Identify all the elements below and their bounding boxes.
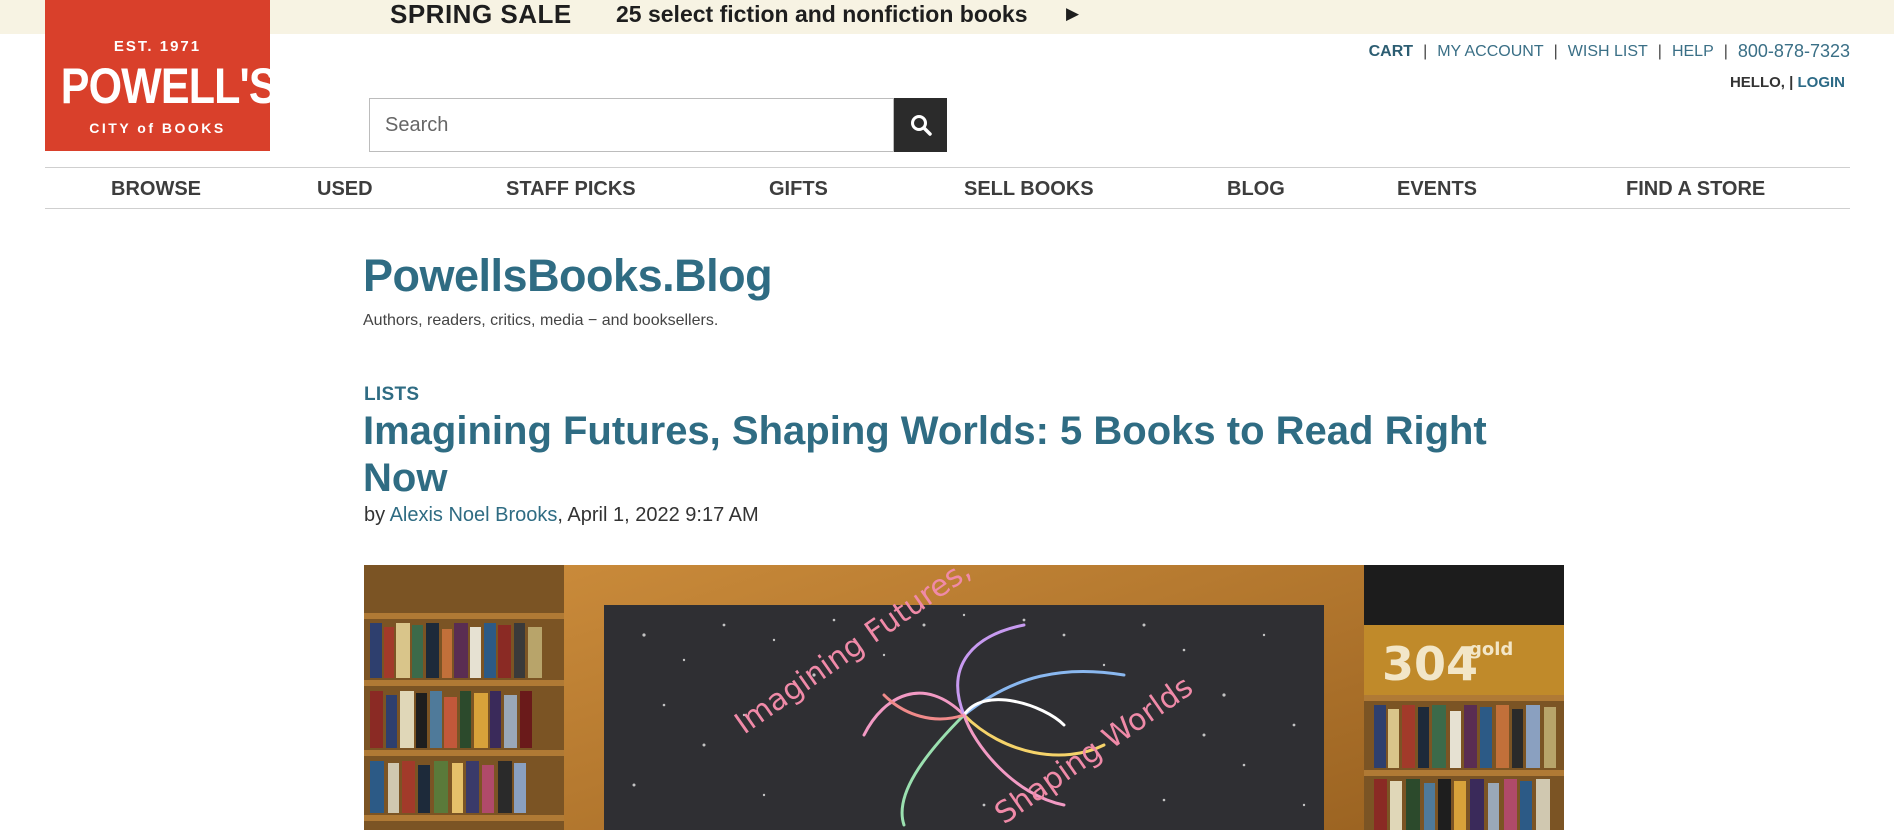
greeting: HELLO, | LOGIN bbox=[1730, 74, 1845, 91]
nav-sell-books[interactable]: SELL BOOKS bbox=[964, 168, 1094, 210]
author-link[interactable]: Alexis Noel Brooks bbox=[390, 504, 558, 526]
logo-est: EST. 1971 bbox=[113, 38, 202, 55]
my-account-link[interactable]: MY ACCOUNT bbox=[1437, 43, 1543, 61]
play-arrow-icon[interactable]: ▶ bbox=[1066, 0, 1079, 28]
post-title: Imagining Futures, Shaping Worlds: 5 Boo… bbox=[363, 409, 1487, 500]
blog-title[interactable]: PowellsBooks.Blog bbox=[363, 250, 773, 302]
help-link[interactable]: HELP bbox=[1672, 43, 1714, 61]
phone-link[interactable]: 800-878-7323 bbox=[1738, 41, 1850, 62]
separator: | bbox=[1723, 42, 1728, 60]
login-link[interactable]: LOGIN bbox=[1798, 74, 1846, 91]
wish-list-link[interactable]: WISH LIST bbox=[1568, 43, 1648, 61]
search-bar bbox=[369, 98, 947, 152]
search-input[interactable] bbox=[369, 98, 894, 152]
hello-text: HELLO, | bbox=[1729, 74, 1794, 91]
byline-by: by bbox=[364, 504, 386, 526]
hero-chalkboard-scene: Imagining Futures, Shaping Worlds 304 go… bbox=[364, 565, 1564, 830]
logo-name: POWELL'S bbox=[60, 58, 278, 114]
separator: | bbox=[1423, 42, 1428, 60]
left-bookshelf bbox=[364, 565, 564, 830]
utility-links: CART | MY ACCOUNT | WISH LIST | HELP | 8… bbox=[1369, 41, 1850, 62]
promo-title[interactable]: SPRING SALE bbox=[390, 0, 572, 28]
hero-image: Imagining Futures, Shaping Worlds 304 go… bbox=[364, 565, 1564, 830]
separator: | bbox=[1657, 42, 1662, 60]
post-date: , April 1, 2022 9:17 AM bbox=[557, 504, 759, 526]
room-number: 304 bbox=[1382, 637, 1478, 691]
nav-blog[interactable]: BLOG bbox=[1227, 168, 1285, 210]
post-byline: by Alexis Noel Brooks, April 1, 2022 9:1… bbox=[364, 504, 759, 527]
nav-events[interactable]: EVENTS bbox=[1397, 168, 1477, 210]
nav-staff-picks[interactable]: STAFF PICKS bbox=[506, 168, 636, 210]
nav-gifts[interactable]: GIFTS bbox=[769, 168, 828, 210]
room-color: gold bbox=[1469, 639, 1513, 660]
nav-browse[interactable]: BROWSE bbox=[111, 168, 201, 210]
main-nav: BROWSE USED STAFF PICKS GIFTS SELL BOOKS… bbox=[45, 167, 1850, 209]
nav-used[interactable]: USED bbox=[317, 168, 373, 210]
nav-find-a-store[interactable]: FIND A STORE bbox=[1626, 168, 1765, 210]
promo-banner[interactable]: SPRING SALE 25 select fiction and nonfic… bbox=[0, 0, 1894, 34]
logo-city: CITY of BOOKS bbox=[89, 120, 226, 136]
separator: | bbox=[1553, 42, 1558, 60]
post-category[interactable]: LISTS bbox=[364, 384, 419, 406]
powells-logo[interactable]: EST. 1971 POWELL'S CITY of BOOKS bbox=[45, 0, 278, 151]
promo-text[interactable]: 25 select fiction and nonfiction books bbox=[616, 0, 1028, 28]
search-button[interactable] bbox=[894, 98, 947, 152]
cart-link[interactable]: CART bbox=[1369, 43, 1413, 61]
search-icon bbox=[910, 115, 932, 136]
blog-tagline: Authors, readers, critics, media − and b… bbox=[363, 312, 719, 329]
